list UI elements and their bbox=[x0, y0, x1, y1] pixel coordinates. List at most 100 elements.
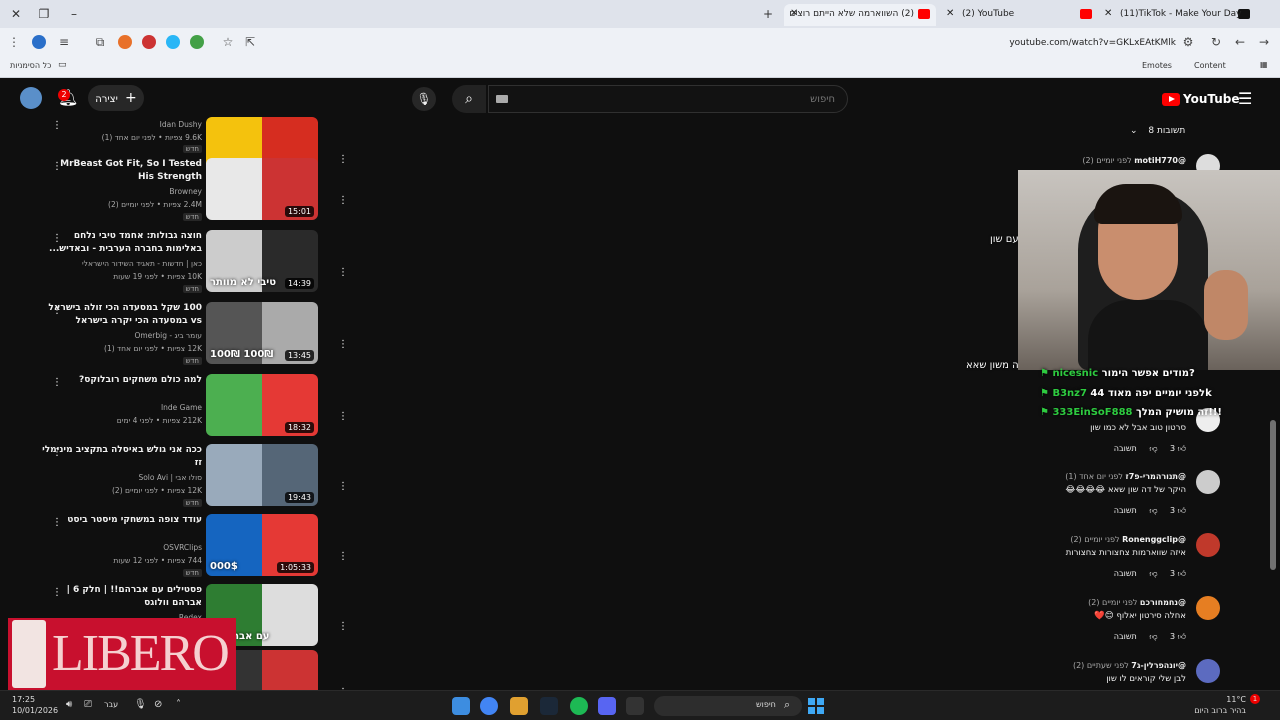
recommendation-item[interactable]: 100₪ 100₪ 13:45 100 שקל במסעדה הכי זולה בי… bbox=[40, 302, 340, 368]
search-input[interactable] bbox=[488, 85, 848, 113]
video-thumbnail[interactable]: טיבי לא מוותר 14:39 bbox=[206, 230, 318, 292]
video-thumbnail[interactable]: 15:01 bbox=[206, 158, 318, 220]
chrome-icon[interactable] bbox=[480, 697, 498, 715]
network-icon[interactable]: ⎚ bbox=[84, 699, 92, 710]
recommendation-item[interactable]: 18:32 למה כולם משחקים רובלוקס? Inde Game 21… bbox=[40, 374, 340, 440]
minimize-window-icon[interactable]: – bbox=[66, 6, 82, 22]
more-actions-icon[interactable]: ⋮ bbox=[52, 588, 62, 598]
recommendation-item[interactable]: 000$ 1:05:33 עודד צופה במשחקי מיסטר ביסט OS… bbox=[40, 514, 340, 580]
comment-avatar[interactable] bbox=[1196, 533, 1220, 557]
close-tab-icon[interactable]: ✕ bbox=[946, 4, 954, 24]
like-icon[interactable]: 👍︎ bbox=[1178, 444, 1186, 453]
steam-icon[interactable] bbox=[540, 697, 558, 715]
recommendation-item[interactable]: טיבי לא מוותר 14:39 חוצה גבולות: אחמד טיבי… bbox=[40, 230, 340, 296]
extension-icon[interactable] bbox=[142, 35, 156, 49]
more-actions-icon[interactable]: ⋮ bbox=[338, 552, 348, 562]
share-icon[interactable]: ⇱ bbox=[242, 34, 258, 50]
notification-badge[interactable]: 1 bbox=[1250, 694, 1260, 704]
new-tab-icon[interactable]: + bbox=[760, 6, 776, 22]
dislike-icon[interactable]: 👎︎ bbox=[1149, 632, 1157, 641]
extension-icon[interactable] bbox=[166, 35, 180, 49]
profile-icon[interactable] bbox=[32, 35, 46, 49]
discord-icon[interactable] bbox=[598, 697, 616, 715]
terminal-icon[interactable] bbox=[626, 697, 644, 715]
video-thumbnail[interactable]: 100₪ 100₪ 13:45 bbox=[206, 302, 318, 364]
close-tab-icon[interactable]: ✕ bbox=[1104, 4, 1112, 24]
emotes-bookmark[interactable]: Emotes bbox=[1142, 61, 1172, 70]
grid-icon[interactable]: ▦ bbox=[1260, 60, 1268, 69]
video-title[interactable]: פסטילים עם אברהם!! | חלק 6 | אברהם וולוג… bbox=[42, 584, 202, 610]
recommendation-item[interactable]: 15:01 MrBeast Got Fit, So I Tested His St… bbox=[40, 158, 340, 224]
video-title[interactable]: למה כולם משחקים רובלוקס? bbox=[42, 374, 202, 387]
channel-name[interactable]: Inde Game bbox=[52, 402, 202, 414]
mute-icon[interactable]: ⊘ bbox=[154, 699, 162, 710]
comment-author[interactable]: @Ronenggclip bbox=[1122, 535, 1186, 544]
more-actions-icon[interactable]: ⋮ bbox=[338, 622, 348, 632]
restore-window-icon[interactable]: ❐ bbox=[36, 6, 52, 22]
comment-avatar[interactable] bbox=[1196, 596, 1220, 620]
keyboard-icon[interactable] bbox=[496, 95, 508, 103]
clock[interactable]: 17:25 10/01/2026 bbox=[12, 694, 58, 716]
reply-button[interactable]: תשובה bbox=[1114, 632, 1137, 641]
taskbar-app-icon[interactable] bbox=[510, 697, 528, 715]
like-icon[interactable]: 👍︎ bbox=[1178, 569, 1186, 578]
channel-name[interactable]: כאן | חדשות - תאגיד השידור הישראלי bbox=[52, 258, 202, 270]
more-actions-icon[interactable]: ⋮ bbox=[338, 268, 348, 278]
video-title[interactable]: ככה אני גולש באיסלה בתקציב מינימלי זז bbox=[42, 444, 202, 470]
dislike-icon[interactable]: 👎︎ bbox=[1149, 444, 1157, 453]
like-icon[interactable]: 👍︎ bbox=[1178, 632, 1186, 641]
tab-youtube[interactable]: ✕ (2) YouTube bbox=[940, 4, 1092, 26]
reply-button[interactable]: תשובה bbox=[1114, 506, 1137, 515]
back-icon[interactable]: → bbox=[1256, 34, 1272, 50]
bookmark-star-icon[interactable]: ☆ bbox=[220, 34, 236, 50]
content-bookmark[interactable]: Content bbox=[1194, 61, 1226, 70]
extension-icon[interactable] bbox=[118, 35, 132, 49]
reload-icon[interactable]: ↻ bbox=[1208, 34, 1224, 50]
microphone-icon[interactable]: 🎙︎ bbox=[134, 699, 147, 710]
close-tab-icon[interactable]: ✕ bbox=[790, 4, 798, 24]
video-title[interactable]: עודד צופה במשחקי מיסטר ביסט bbox=[42, 514, 202, 527]
video-title[interactable]: חוצה גבולות: אחמד טיבי נלחם באלימות בחבר… bbox=[42, 230, 202, 256]
comment-author[interactable]: @נחמחורכם bbox=[1140, 598, 1186, 607]
more-actions-icon[interactable]: ⋮ bbox=[52, 234, 62, 244]
youtube-logo[interactable]: YouTube bbox=[1162, 89, 1240, 109]
all-bookmarks-link[interactable]: כל הסימניות bbox=[10, 61, 51, 70]
replies-toggle[interactable]: ⌄ 8 תשובות bbox=[1130, 126, 1185, 136]
video-title[interactable]: MrBeast Got Fit, So I Tested His Strengt… bbox=[42, 158, 202, 184]
more-actions-icon[interactable]: ⋮ bbox=[52, 378, 62, 388]
video-thumbnail[interactable]: 000$ 1:05:33 bbox=[206, 514, 318, 576]
more-actions-icon[interactable]: ⋮ bbox=[52, 121, 62, 131]
search-button[interactable]: ⌕ bbox=[452, 85, 486, 113]
like-icon[interactable]: 👍︎ bbox=[1178, 506, 1186, 515]
volume-icon[interactable]: 🔊︎ bbox=[66, 699, 72, 710]
more-actions-icon[interactable]: ⋮ bbox=[52, 518, 62, 528]
more-actions-icon[interactable]: ⋮ bbox=[52, 306, 62, 316]
recommendation-item[interactable]: 19:43 ככה אני גולש באיסלה בתקציב מינימלי … bbox=[40, 444, 340, 510]
video-thumbnail[interactable]: 19:43 bbox=[206, 444, 318, 506]
language-indicator[interactable]: עבר bbox=[104, 700, 118, 709]
channel-name[interactable]: עומר ביג - Omerbig bbox=[52, 330, 202, 342]
taskbar-app-icon[interactable] bbox=[452, 697, 470, 715]
close-window-icon[interactable]: ✕ bbox=[8, 6, 24, 22]
more-actions-icon[interactable]: ⋮ bbox=[338, 196, 348, 206]
chevron-up-icon[interactable]: ˄ bbox=[176, 699, 181, 710]
more-menu-icon[interactable]: ⋮ bbox=[6, 34, 22, 50]
channel-name[interactable]: Idan Dushy bbox=[52, 119, 202, 131]
windows-start-icon[interactable] bbox=[808, 698, 824, 714]
more-actions-icon[interactable]: ⋮ bbox=[338, 340, 348, 350]
extension-icon[interactable] bbox=[190, 35, 204, 49]
reply-button[interactable]: תשובה bbox=[1114, 444, 1137, 453]
address-bar[interactable]: youtube.com/watch?v=GKLxEAtKMlk bbox=[1000, 36, 1176, 50]
video-thumbnail[interactable]: 18:32 bbox=[206, 374, 318, 436]
puzzle-icon[interactable]: ⧉ bbox=[92, 34, 108, 50]
channel-name[interactable]: Browney bbox=[52, 186, 202, 198]
comment-avatar[interactable] bbox=[1196, 470, 1220, 494]
dislike-icon[interactable]: 👎︎ bbox=[1149, 569, 1157, 578]
channel-name[interactable]: OSVRClips bbox=[52, 542, 202, 554]
comment-author[interactable]: @motiH770 bbox=[1134, 156, 1186, 165]
more-actions-icon[interactable]: ⋮ bbox=[338, 482, 348, 492]
video-title[interactable]: 100 שקל במסעדה הכי זולה בישראל vs במסעדה… bbox=[42, 302, 202, 328]
comment-author[interactable]: @תנורהמרי-פ7ז bbox=[1126, 472, 1186, 481]
taskbar-search[interactable]: חיפוש ⌕ bbox=[654, 696, 802, 716]
comment-author[interactable]: @יונהפרלין-ג7 bbox=[1131, 661, 1186, 670]
